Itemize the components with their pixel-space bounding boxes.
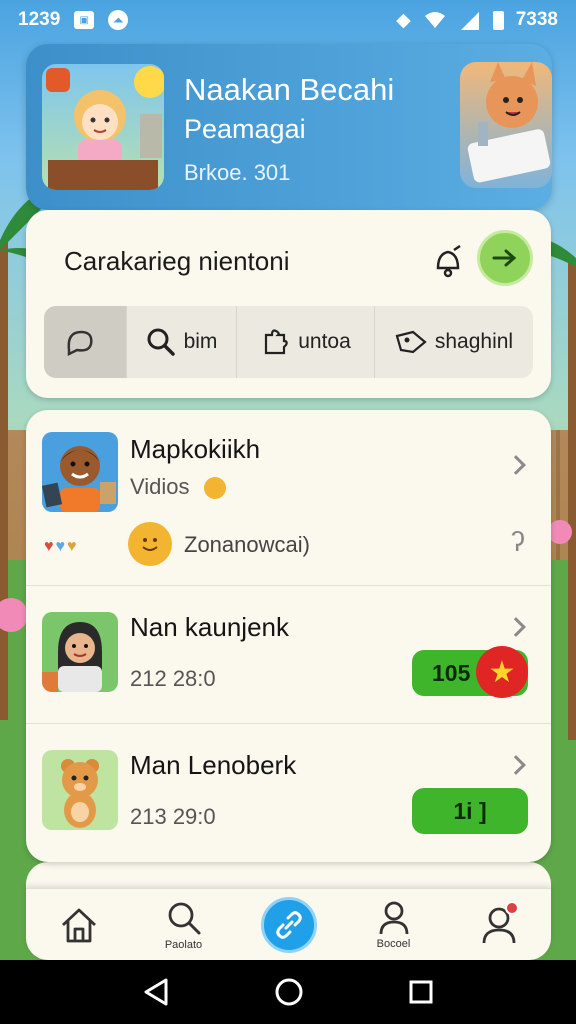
nav-people-label: Bocoel [376,937,411,950]
star-badge-icon: ★ [476,646,528,698]
nav-center[interactable] [249,896,329,953]
item-thumbnail [42,750,118,830]
chevron-right-icon[interactable] [506,617,526,637]
content-list: Mapkokiikh Vidios ♥♥♥ Zonanowcai) ʔ Nan … [26,410,551,862]
chevron-right-icon[interactable] [506,455,526,475]
mascot-image[interactable] [460,62,552,188]
tab-search-label: bim [183,330,218,353]
search-icon [168,902,200,934]
profile-header[interactable]: Naakan Becahi Peamagai Brkoe. 301 [26,44,552,210]
notification-circle-icon: ⏶ [108,10,129,30]
back-icon[interactable] [142,977,170,1007]
battery-text: 7338 [515,9,558,30]
list-item[interactable]: Mapkokiikh Vidios ♥♥♥ Zonanowcai) ʔ [26,410,551,586]
nav-profile[interactable] [459,900,539,945]
search-title: Carakarieg nientoni [64,246,290,276]
puzzle-icon [265,329,288,355]
status-bar: 1239 ▣ ⏶ ◆ 7338 [0,0,576,40]
category-tabs: bim untoa shaghinl [44,306,533,378]
arrow-right-icon [492,249,517,267]
item-title: Nan kaunjenk [130,612,289,642]
wifi-icon [424,12,445,28]
item-thumbnail [42,612,118,692]
go-button[interactable] [477,230,533,286]
nav-search[interactable]: Paolato [144,899,224,951]
person-icon [379,901,408,934]
status-time: 1239 [18,9,61,30]
chevron-right-icon[interactable] [506,755,526,775]
item-thumbnail [42,432,118,512]
profile-subtitle: Peamagai [184,114,306,144]
help-icon[interactable]: ʔ [511,526,525,558]
tab-search[interactable]: bim [127,306,237,378]
link-button[interactable] [260,896,317,953]
nav-people[interactable]: Bocoel [354,900,434,950]
battery-icon [492,10,504,30]
item-subtitle: 212 28:0 [130,666,216,691]
emoji-icon [203,477,226,500]
profile-name: Naakan Becahi [184,72,395,107]
chat-bubble-icon [67,330,93,356]
list-item[interactable]: Nan kaunjenk 212 28:0 105 ★ [26,586,551,724]
search-icon [147,328,175,356]
bell-icon[interactable] [430,244,466,280]
smiley-icon[interactable] [128,522,172,566]
list-item[interactable]: Man Lenoberk 213 29:0 1i ] [26,724,551,862]
profile-meta: Brkoe. 301 [184,160,291,185]
tab-puzzle-label: untoa [298,330,351,353]
reaction-text: Zonanowcai) [184,532,310,557]
tab-chat[interactable] [44,306,127,378]
item-title: Man Lenoberk [130,750,297,780]
tab-puzzle[interactable]: untoa [237,306,375,378]
notification-box-icon: ▣ [74,11,95,29]
item-title: Mapkokiikh [130,434,261,464]
nav-search-label: Paolato [164,938,203,951]
notification-badge [504,900,519,915]
recents-icon[interactable] [408,979,434,1005]
nav-home[interactable] [39,905,119,945]
signal-icon [460,12,479,30]
link-icon [275,910,302,939]
item-subtitle: 213 29:0 [130,804,216,829]
item-subtitle: Vidios [130,474,226,500]
tab-tag[interactable]: shaghinl [375,306,533,378]
score-pill[interactable]: 1i ] [412,788,528,834]
flower-decoration [548,520,572,544]
data-icon: ◆ [396,9,411,31]
search-card: Carakarieg nientoni bim untoa shaghinl [26,210,551,398]
home-circle-icon[interactable] [274,977,304,1007]
system-nav-bar [0,960,576,1024]
home-icon [61,908,96,942]
tag-icon [395,330,427,354]
tab-tag-label: shaghinl [434,330,514,353]
character-avatar [42,64,164,190]
bottom-nav: Paolato Bocoel [26,888,551,960]
hearts-icon: ♥♥♥ [44,538,79,555]
